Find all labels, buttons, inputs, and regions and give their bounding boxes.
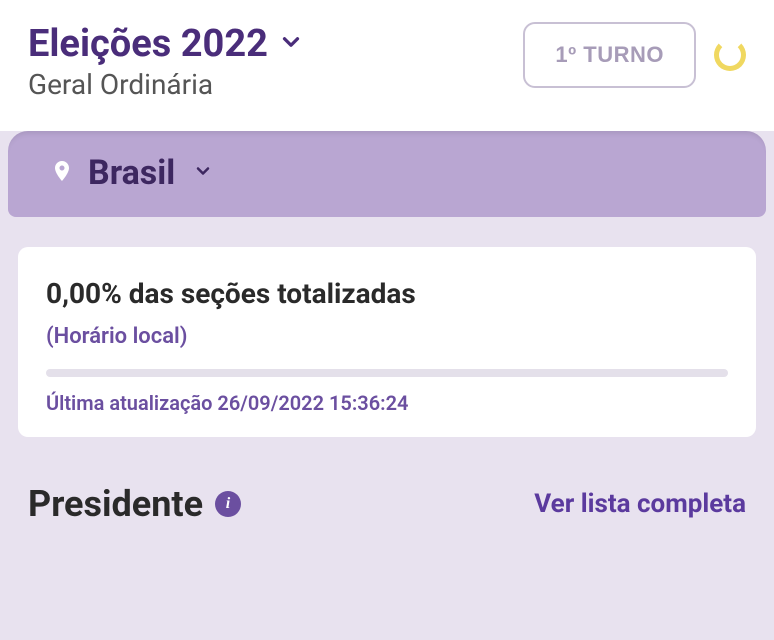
location-pin-icon: [50, 157, 74, 189]
chevron-down-icon: [189, 161, 213, 185]
loading-spinner-icon: [714, 39, 746, 71]
last-update: Última atualização 26/09/2022 15:36:24: [46, 391, 728, 415]
header-left: Eleições 2022 Geral Ordinária: [28, 22, 523, 101]
header-right: 1º TURNO: [523, 22, 746, 88]
race-title-group: Presidente i: [28, 483, 241, 525]
status-card: 0,00% das seções totalizadas (Horário lo…: [18, 247, 756, 437]
location-name: Brasil: [88, 153, 175, 193]
election-selector[interactable]: Eleições 2022: [28, 22, 523, 66]
election-subtitle: Geral Ordinária: [28, 68, 523, 101]
progress-bar: [46, 369, 728, 377]
time-note: (Horário local): [46, 324, 728, 349]
info-icon[interactable]: i: [215, 491, 241, 517]
sections-totalized: 0,00% das seções totalizadas: [46, 277, 728, 310]
chevron-down-icon: [278, 29, 304, 59]
turno-button[interactable]: 1º TURNO: [523, 22, 696, 88]
race-title: Presidente: [28, 483, 203, 525]
see-full-list-link[interactable]: Ver lista completa: [534, 489, 746, 519]
location-selector[interactable]: Brasil: [8, 131, 766, 217]
race-header: Presidente i Ver lista completa: [0, 437, 774, 525]
election-title: Eleições 2022: [28, 22, 268, 66]
header-bar: Eleições 2022 Geral Ordinária 1º TURNO: [0, 0, 774, 131]
